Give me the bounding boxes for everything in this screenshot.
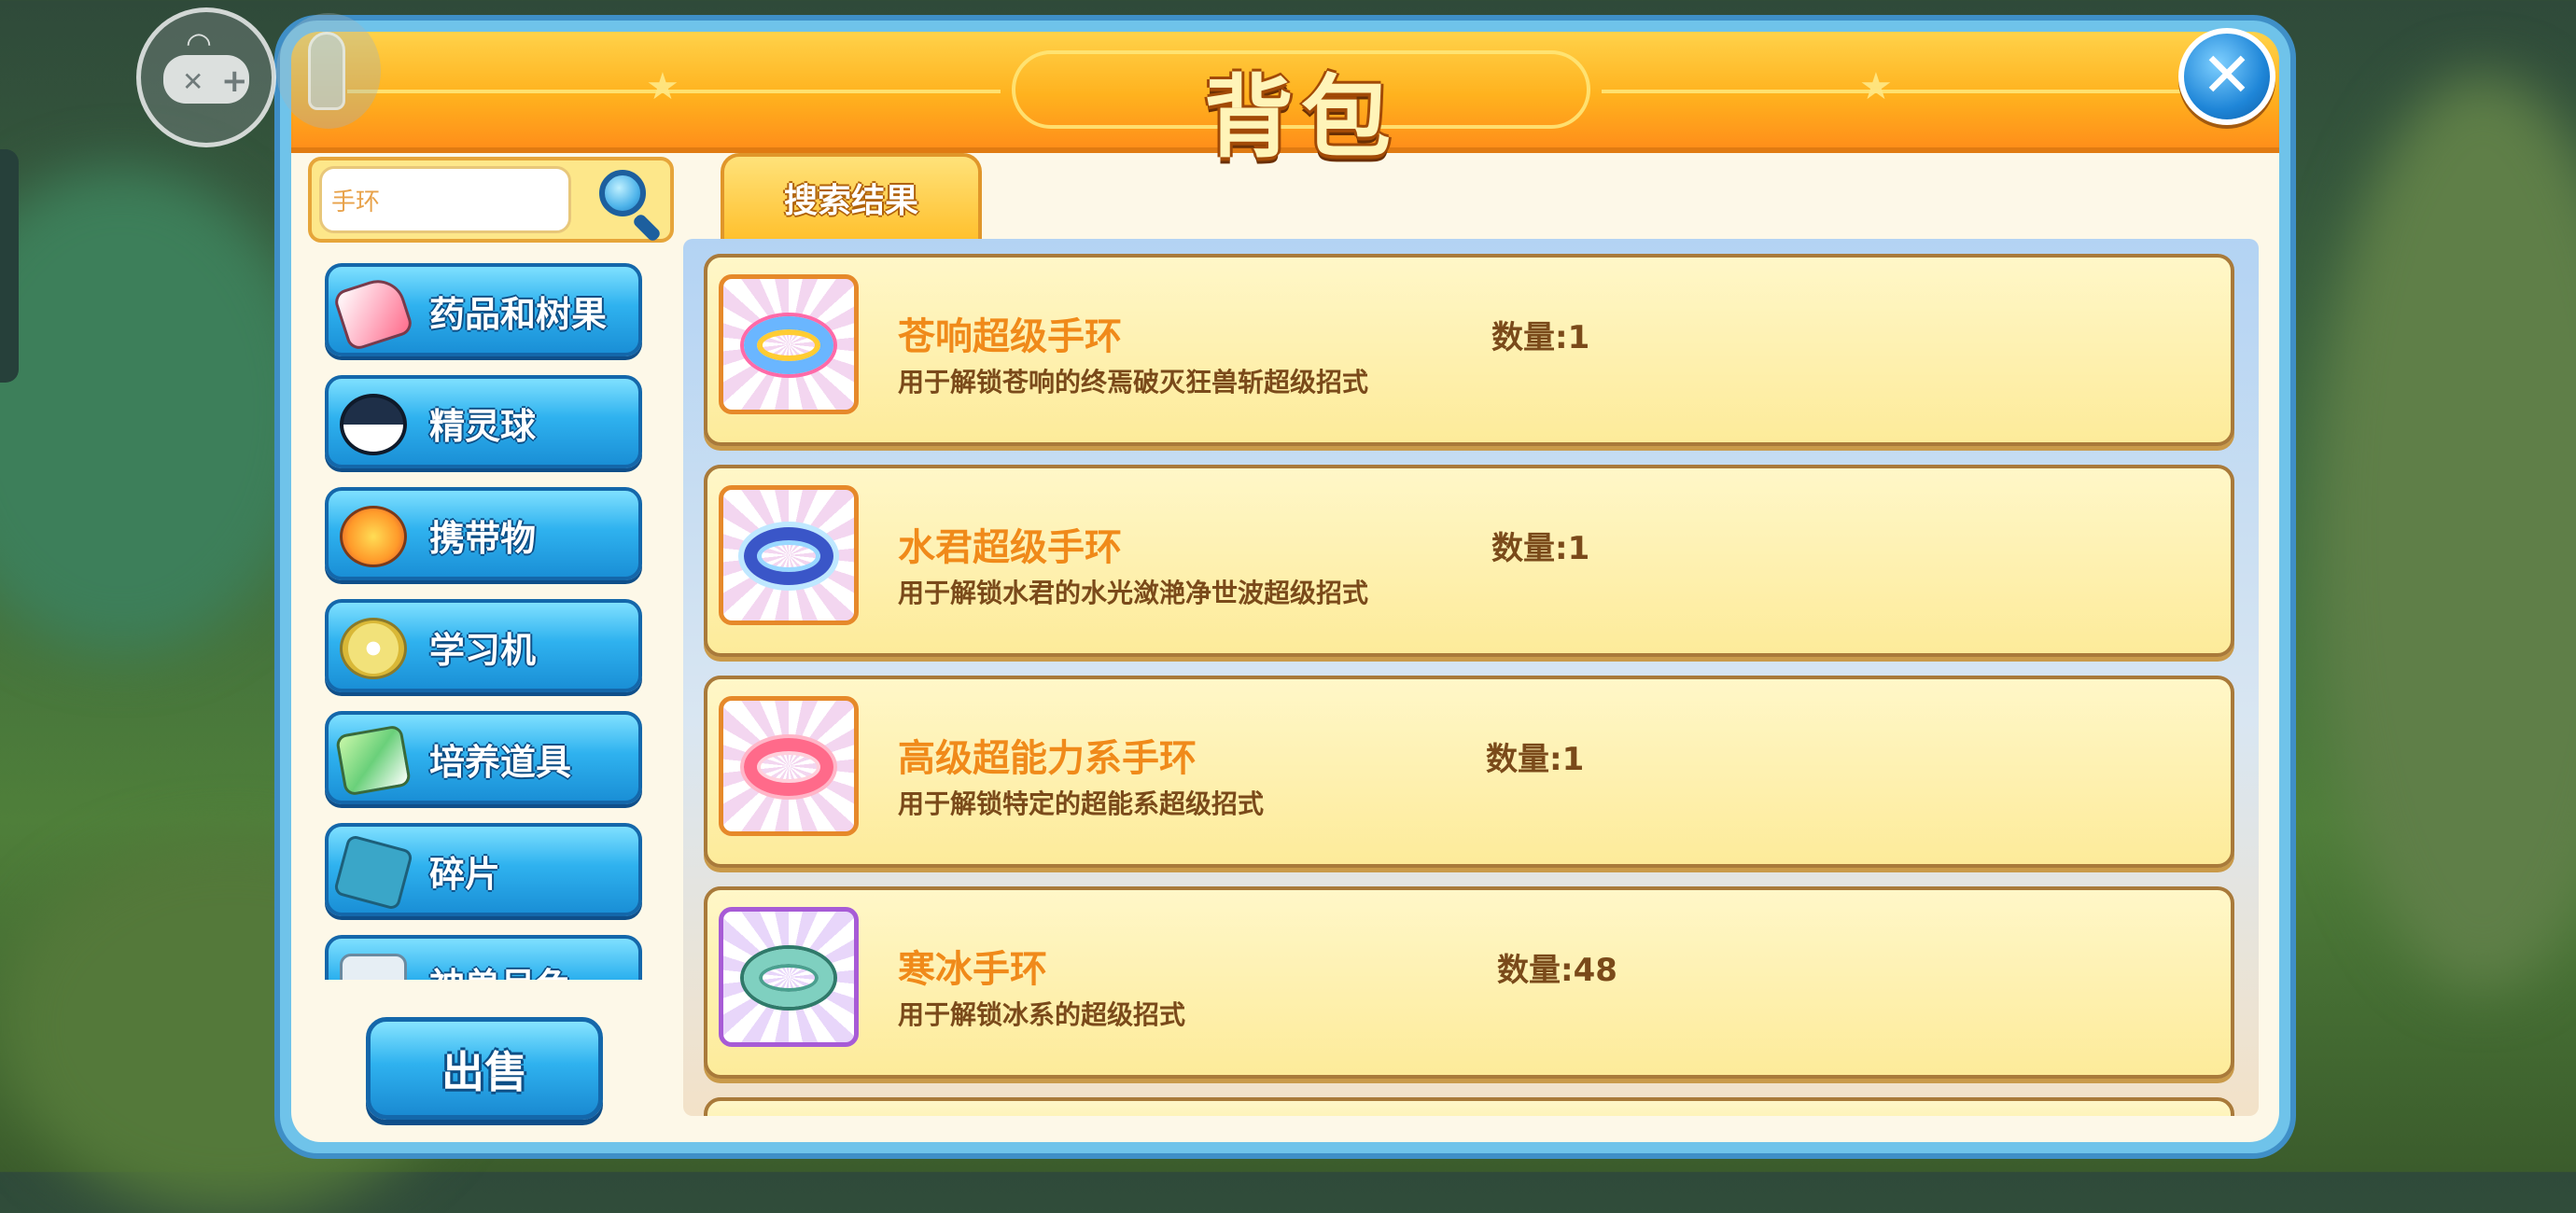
background-terrain	[2315, 75, 2576, 989]
bracelet-icon	[744, 316, 833, 374]
item-description: 用于解锁冰系的超级招式	[898, 999, 1186, 1030]
magnifier-handle	[631, 212, 663, 244]
item-description: 用于解锁苍响的终焉破灭狂兽斩超级招式	[898, 367, 1369, 397]
disc-icon	[340, 618, 407, 679]
item-quantity: 数量:1	[1491, 530, 1590, 567]
item-thumbnail	[719, 907, 859, 1047]
close-icon: ✕	[2201, 39, 2253, 111]
puzzle-piece-icon	[332, 833, 414, 912]
star-decoration-icon: ★	[646, 65, 679, 108]
item-card[interactable]: 水君超级手环 用于解锁水君的水光潋滟净世波超级招式 数量:1	[704, 465, 2234, 657]
item-name: 寒冰手环	[898, 948, 1047, 991]
search-button[interactable]	[592, 164, 666, 244]
item-thumbnail	[719, 485, 859, 625]
item-quantity: 数量:1	[1486, 741, 1585, 778]
gamepad-overlay-button[interactable]: ◠ ✕ +	[136, 7, 276, 147]
magnifier-icon	[599, 170, 646, 216]
header-decoration-line	[1602, 90, 2199, 93]
category-legendary[interactable]: 神兽吊兔	[325, 935, 642, 980]
category-list[interactable]: 药品和树果 精灵球 携带物 学习机 培养道具 碎片 神兽吊兔	[321, 261, 648, 980]
item-card[interactable]: 苍响超级手环 用于解锁苍响的终焉破灭狂兽斩超级招式 数量:1	[704, 254, 2234, 446]
item-card[interactable]: 寒冰手环 用于解锁冰系的超级招式 数量:48	[704, 886, 2234, 1079]
category-label: 神兽吊兔	[429, 957, 571, 980]
item-list[interactable]: 苍响超级手环 用于解锁苍响的终焉破灭狂兽斩超级招式 数量:1 水君超级手环 用于…	[683, 239, 2259, 1116]
bracelet-icon	[744, 527, 833, 585]
side-pull-tab[interactable]	[0, 149, 19, 383]
rocket-overlay-button[interactable]	[276, 13, 381, 129]
item-name: 高级超能力系手环	[898, 737, 1197, 780]
category-label: 携带物	[429, 518, 537, 559]
close-button[interactable]: ✕	[2178, 28, 2275, 125]
item-card[interactable]	[704, 1097, 2234, 1116]
item-description: 用于解锁特定的超能系超级招式	[898, 788, 1265, 819]
item-card[interactable]: 高级超能力系手环 用于解锁特定的超能系超级招式 数量:1	[704, 676, 2234, 868]
item-name: 水君超级手环	[898, 526, 1122, 569]
item-thumbnail	[719, 274, 859, 414]
held-item-icon	[340, 506, 407, 567]
category-label: 碎片	[429, 854, 501, 895]
item-description: 用于解锁水君的水光潋滟净世波超级招式	[898, 578, 1369, 608]
rocket-icon	[308, 32, 345, 110]
sell-button-label: 出售	[441, 1047, 527, 1097]
category-label: 精灵球	[429, 406, 537, 447]
page-title: 背包	[1204, 65, 1398, 170]
category-tms[interactable]: 学习机	[325, 599, 642, 692]
background-terrain	[0, 168, 317, 653]
category-label: 培养道具	[429, 742, 572, 783]
bracelet-icon	[744, 738, 833, 796]
search-input[interactable]	[319, 166, 571, 233]
star-decoration-icon: ★	[1859, 65, 1893, 108]
category-label: 学习机	[429, 630, 537, 671]
tab-label: 搜索结果	[783, 182, 918, 220]
category-label: 药品和树果	[429, 294, 608, 335]
item-name: 苍响超级手环	[898, 315, 1122, 358]
training-item-icon	[334, 724, 413, 797]
potion-icon	[331, 272, 415, 353]
category-held-items[interactable]: 携带物	[325, 487, 642, 580]
item-thumbnail	[719, 696, 859, 836]
panel-header: ★ ★ 背包	[291, 32, 2279, 170]
item-quantity: 数量:1	[1491, 319, 1590, 356]
gamepad-plus-glyph: +	[221, 63, 248, 100]
legendary-item-icon	[340, 954, 407, 980]
category-fragments[interactable]: 碎片	[325, 823, 642, 916]
category-medicine-berries[interactable]: 药品和树果	[325, 263, 642, 356]
search-bar	[308, 157, 674, 244]
bracelet-icon	[744, 949, 833, 1007]
category-pokeballs[interactable]: 精灵球	[325, 375, 642, 468]
category-training-items[interactable]: 培养道具	[325, 711, 642, 804]
tab-search-results[interactable]: 搜索结果	[721, 153, 982, 241]
item-quantity: 数量:48	[1497, 952, 1617, 989]
gamepad-x-glyph: ✕	[182, 66, 204, 97]
pokeball-icon	[340, 394, 407, 455]
sell-button[interactable]: 出售	[366, 1017, 603, 1120]
